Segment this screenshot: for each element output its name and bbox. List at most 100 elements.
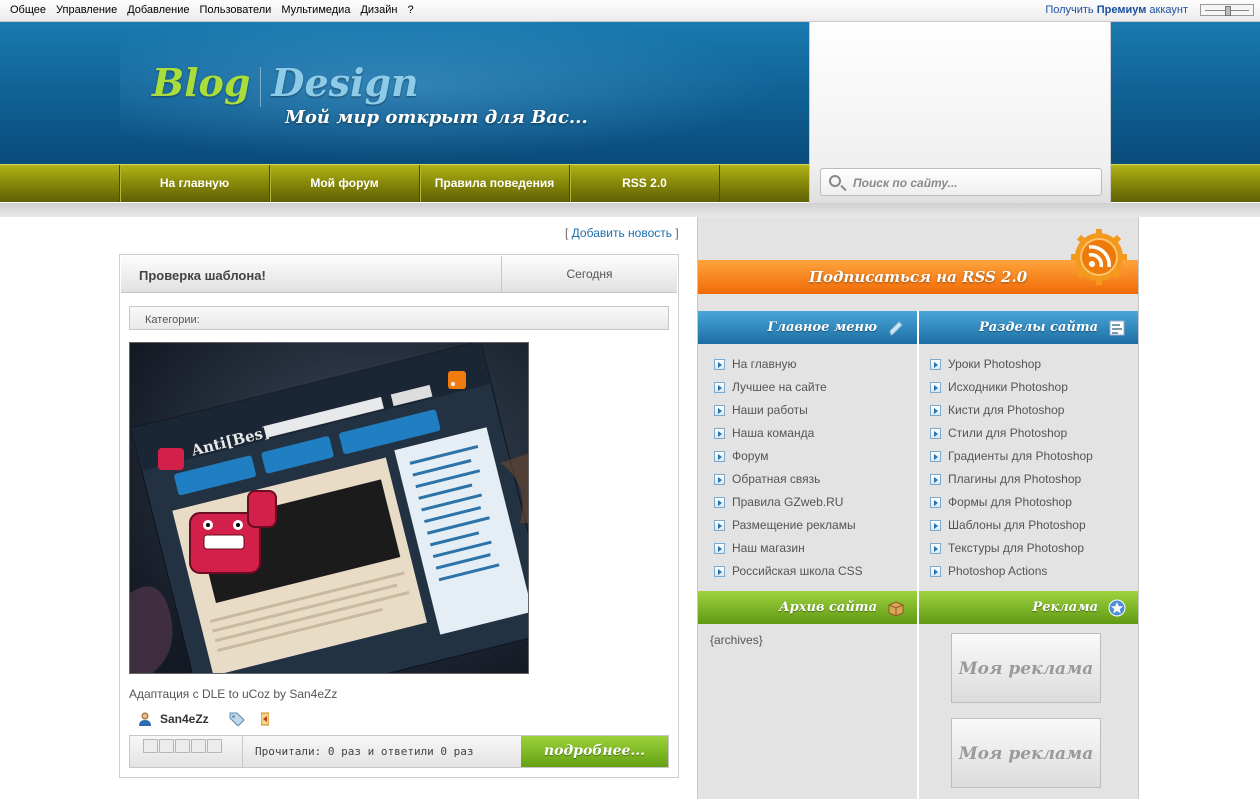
bullet-arrow-icon: [930, 543, 941, 554]
section-item[interactable]: Градиенты для Photoshop: [930, 445, 1135, 468]
ad-banner-1[interactable]: Моя реклама: [951, 633, 1101, 703]
section-item-label: Photoshop Actions: [948, 564, 1048, 578]
main-menu-item[interactable]: Обратная связь: [714, 468, 914, 491]
section-item-label: Плагины для Photoshop: [948, 472, 1082, 486]
news-post: Проверка шаблона! Сегодня Категории: Ant…: [119, 254, 679, 778]
rating-star[interactable]: [175, 739, 190, 753]
main-menu-item[interactable]: Форум: [714, 445, 914, 468]
section-item[interactable]: Плагины для Photoshop: [930, 468, 1135, 491]
admin-menu-design[interactable]: Дизайн: [360, 4, 397, 16]
rating-star[interactable]: [207, 739, 222, 753]
main-menu-item-label: Наша команда: [732, 426, 815, 440]
bullet-arrow-icon: [930, 474, 941, 485]
main-menu-item-label: Российская школа CSS: [732, 564, 863, 578]
rating-stars[interactable]: [143, 739, 222, 753]
main-menu-item[interactable]: Правила GZweb.RU: [714, 491, 914, 514]
post-footer: Прочитали: 0 раз и ответили 0 раз подроб…: [129, 735, 669, 768]
sections-header: Разделы сайта: [919, 311, 1138, 344]
main-menu-item[interactable]: Наш магазин: [714, 537, 914, 560]
main-menu-item[interactable]: Российская школа CSS: [714, 560, 914, 583]
main-menu-item-label: Лучшее на сайте: [732, 380, 827, 394]
star-icon: [1108, 599, 1126, 617]
pencil-icon: [889, 321, 903, 336]
nav-item-forum[interactable]: Мой форум: [269, 165, 419, 202]
section-item[interactable]: Шаблоны для Photoshop: [930, 514, 1135, 537]
archive-content: {archives}: [710, 633, 763, 647]
admin-menu-add[interactable]: Добавление: [127, 4, 189, 16]
archive-header: Архив сайта: [698, 591, 917, 624]
section-item[interactable]: Стили для Photoshop: [930, 422, 1135, 445]
admin-menu-help[interactable]: ?: [407, 4, 413, 16]
bullet-arrow-icon: [714, 451, 725, 462]
tag-icon[interactable]: [229, 712, 245, 726]
post-preview-image[interactable]: Anti[Bes]: [129, 342, 529, 674]
bullet-arrow-icon: [930, 405, 941, 416]
main-menu-item[interactable]: Наша команда: [714, 422, 914, 445]
main-menu-item-label: Правила GZweb.RU: [732, 495, 844, 509]
add-news-label[interactable]: Добавить новость: [572, 226, 672, 240]
read-more-button[interactable]: подробнее...: [521, 736, 668, 767]
admin-menu-general[interactable]: Общее: [10, 4, 46, 16]
admin-toolbar: Общее Управление Добавление Пользователи…: [0, 0, 1260, 22]
section-item[interactable]: Исходники Photoshop: [930, 376, 1135, 399]
section-item[interactable]: Кисти для Photoshop: [930, 399, 1135, 422]
search-panel: Поиск по сайту...: [809, 164, 1111, 203]
bullet-arrow-icon: [930, 497, 941, 508]
section-item[interactable]: Уроки Photoshop: [930, 353, 1135, 376]
section-item-label: Формы для Photoshop: [948, 495, 1072, 509]
logo-part1: Blog: [152, 60, 251, 105]
main-menu-header: Главное меню: [698, 311, 917, 344]
post-date: Сегодня: [501, 256, 677, 293]
section-item[interactable]: Photoshop Actions: [930, 560, 1135, 583]
section-item[interactable]: Текстуры для Photoshop: [930, 537, 1135, 560]
rating-star[interactable]: [143, 739, 158, 753]
sections-title: Разделы сайта: [978, 320, 1098, 335]
bullet-arrow-icon: [714, 474, 725, 485]
post-caption: Адаптация с DLE to uCoz by San4eZz: [129, 687, 338, 701]
logo-part2: Design: [271, 60, 419, 105]
admin-menu-manage[interactable]: Управление: [56, 4, 117, 16]
nav-item-home[interactable]: На главную: [119, 165, 269, 202]
document-list-icon: [1109, 320, 1125, 336]
section-item[interactable]: Формы для Photoshop: [930, 491, 1135, 514]
nav-divider: [719, 165, 720, 202]
bullet-arrow-icon: [714, 359, 725, 370]
premium-link[interactable]: Получить Премиум аккаунт: [1045, 4, 1188, 16]
post-meta: San4eZz: [138, 712, 269, 726]
main-menu-item-label: Наш магазин: [732, 541, 805, 555]
sidebar: Подписаться на RSS 2.0 Главное меню Разд…: [697, 217, 1139, 799]
rating-star[interactable]: [159, 739, 174, 753]
main-menu-item-label: Обратная связь: [732, 472, 821, 486]
rss-badge-icon[interactable]: [1071, 229, 1127, 285]
section-item-label: Текстуры для Photoshop: [948, 541, 1085, 555]
sidebar-column-divider-lower: [917, 591, 919, 799]
main-menu-item[interactable]: Лучшее на сайте: [714, 376, 914, 399]
premium-prefix: Получить: [1045, 4, 1094, 16]
section-item-label: Стили для Photoshop: [948, 426, 1068, 440]
site-logo[interactable]: Blog Design: [152, 60, 419, 107]
bullet-arrow-icon: [714, 543, 725, 554]
admin-menu-multimedia[interactable]: Мультимедиа: [281, 4, 350, 16]
post-title[interactable]: Проверка шаблона!: [139, 268, 266, 283]
nav-item-rss[interactable]: RSS 2.0: [569, 165, 719, 202]
main-menu-item-label: Наши работы: [732, 403, 808, 417]
admin-menu-users[interactable]: Пользователи: [200, 4, 272, 16]
arrow-left-icon[interactable]: [260, 712, 269, 726]
add-news-link[interactable]: [ Добавить новость ]: [565, 226, 679, 240]
bullet-arrow-icon: [714, 520, 725, 531]
post-stats: Прочитали: 0 раз и ответили 0 раз: [242, 736, 522, 767]
box-icon: [888, 601, 904, 617]
toolbar-slider[interactable]: [1200, 4, 1254, 16]
main-menu-item[interactable]: Наши работы: [714, 399, 914, 422]
search-icon: [829, 175, 841, 187]
rating-star[interactable]: [191, 739, 206, 753]
premium-bold: Премиум: [1096, 4, 1147, 16]
ad-banner-2[interactable]: Моя реклама: [951, 718, 1101, 788]
post-author[interactable]: San4eZz: [160, 712, 209, 726]
site-header: Blog Design Мой мир открыт для Вас...: [0, 22, 1260, 164]
main-menu-item[interactable]: На главную: [714, 353, 914, 376]
nav-item-rules[interactable]: Правила поведения: [419, 165, 569, 202]
search-input[interactable]: Поиск по сайту...: [820, 168, 1102, 196]
user-icon: [139, 712, 151, 726]
main-menu-item[interactable]: Размещение рекламы: [714, 514, 914, 537]
